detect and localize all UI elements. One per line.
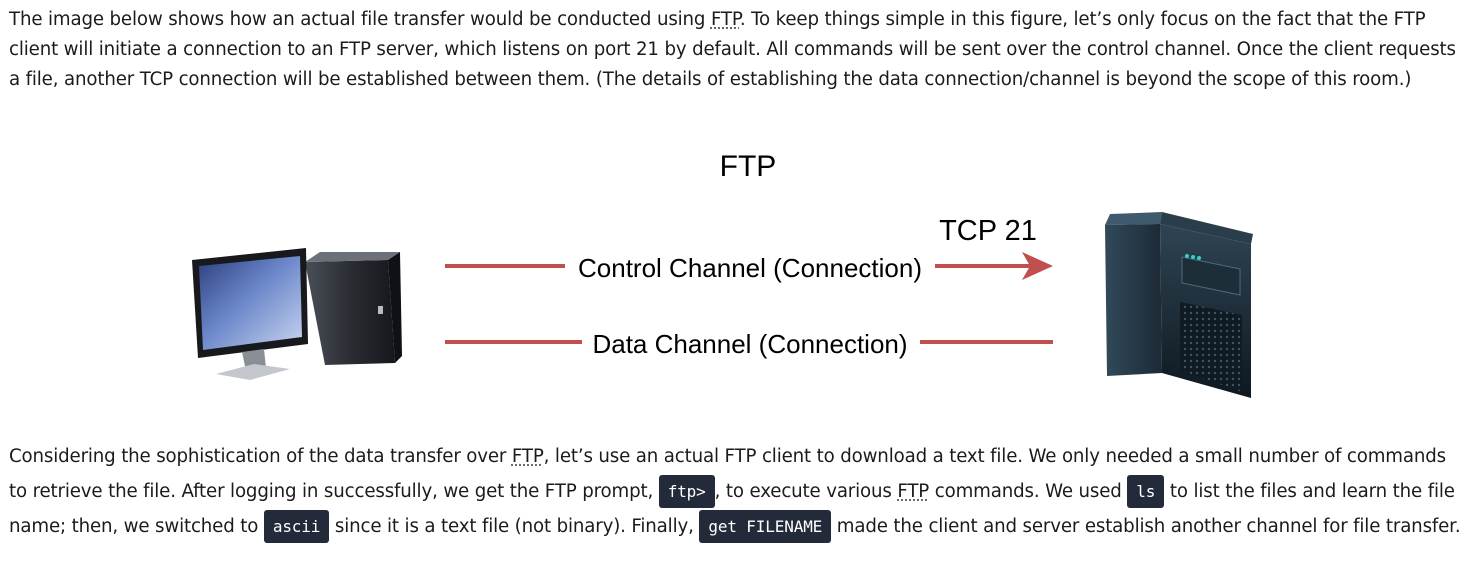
code-ascii: ascii xyxy=(263,510,330,543)
data-channel-label: Data Channel (Connection) xyxy=(592,329,907,359)
code-get-filename: get FILENAME xyxy=(699,510,832,543)
desktop-computer-icon xyxy=(192,248,402,380)
code-ls: ls xyxy=(1127,475,1165,508)
ftp-diagram: FTP TCP 21 Control Channel (Connection) … xyxy=(192,150,1253,398)
server-tower-icon xyxy=(1105,212,1253,398)
body-paragraph: Considering the sophistication of the da… xyxy=(9,439,1469,544)
intro-text-1: The image below shows how an actual file… xyxy=(9,9,711,30)
port-label: TCP 21 xyxy=(939,215,1037,247)
diagram-title: FTP xyxy=(720,150,777,183)
ftp-abbreviation[interactable]: FTP xyxy=(512,446,544,467)
body-text-6: since it is a text file (not binary). Fi… xyxy=(329,516,700,537)
ftp-abbreviation[interactable]: FTP xyxy=(711,9,740,30)
body-text-3: , to execute various xyxy=(714,481,898,502)
intro-paragraph: The image below shows how an actual file… xyxy=(9,5,1469,95)
body-text-7: made the client and server establish ano… xyxy=(831,516,1461,537)
code-ftp-prompt: ftp> xyxy=(658,475,715,508)
control-channel-label: Control Channel (Connection) xyxy=(578,253,922,283)
body-text-4: commands. We used xyxy=(929,481,1128,502)
ftp-abbreviation[interactable]: FTP xyxy=(897,481,929,502)
body-text-1: Considering the sophistication of the da… xyxy=(9,446,512,467)
